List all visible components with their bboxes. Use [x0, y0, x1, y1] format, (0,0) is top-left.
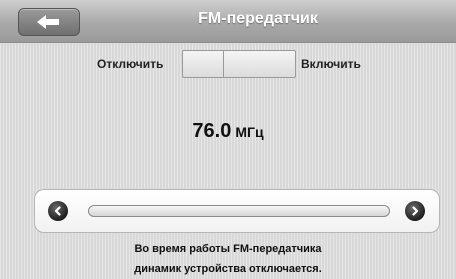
page-title: FM-передатчик	[198, 10, 318, 27]
notice-line-2: динамик устройства отключается.	[134, 263, 322, 275]
frequency-value: 76.0	[192, 120, 232, 142]
decrease-frequency-button[interactable]	[48, 201, 68, 221]
frequency-display: 76.0 МГц	[0, 120, 456, 143]
fm-transmitter-screen: FM-передатчик Отключить Включить 76.0 МГц…	[0, 0, 456, 279]
increase-frequency-button[interactable]	[405, 201, 425, 221]
transmitter-toggle-row: Отключить Включить	[0, 50, 456, 78]
frequency-slider-track[interactable]	[88, 205, 390, 217]
notice-line-1: Во время работы FM-передатчика	[134, 243, 322, 255]
frequency-unit: МГц	[235, 124, 264, 140]
transmitter-toggle-switch[interactable]	[182, 50, 296, 78]
back-button[interactable]	[18, 8, 80, 36]
speaker-notice: Во время работы FM-передатчика динамик у…	[0, 239, 456, 279]
toggle-off-label[interactable]: Отключить	[97, 57, 163, 71]
frequency-slider-panel	[34, 189, 440, 233]
toggle-divider	[223, 51, 224, 77]
title-bar: FM-передатчик	[0, 0, 456, 43]
toggle-on-label[interactable]: Включить	[301, 57, 361, 71]
chevron-left-icon	[54, 206, 61, 216]
back-arrow-icon	[37, 15, 59, 29]
chevron-right-icon	[412, 206, 419, 216]
